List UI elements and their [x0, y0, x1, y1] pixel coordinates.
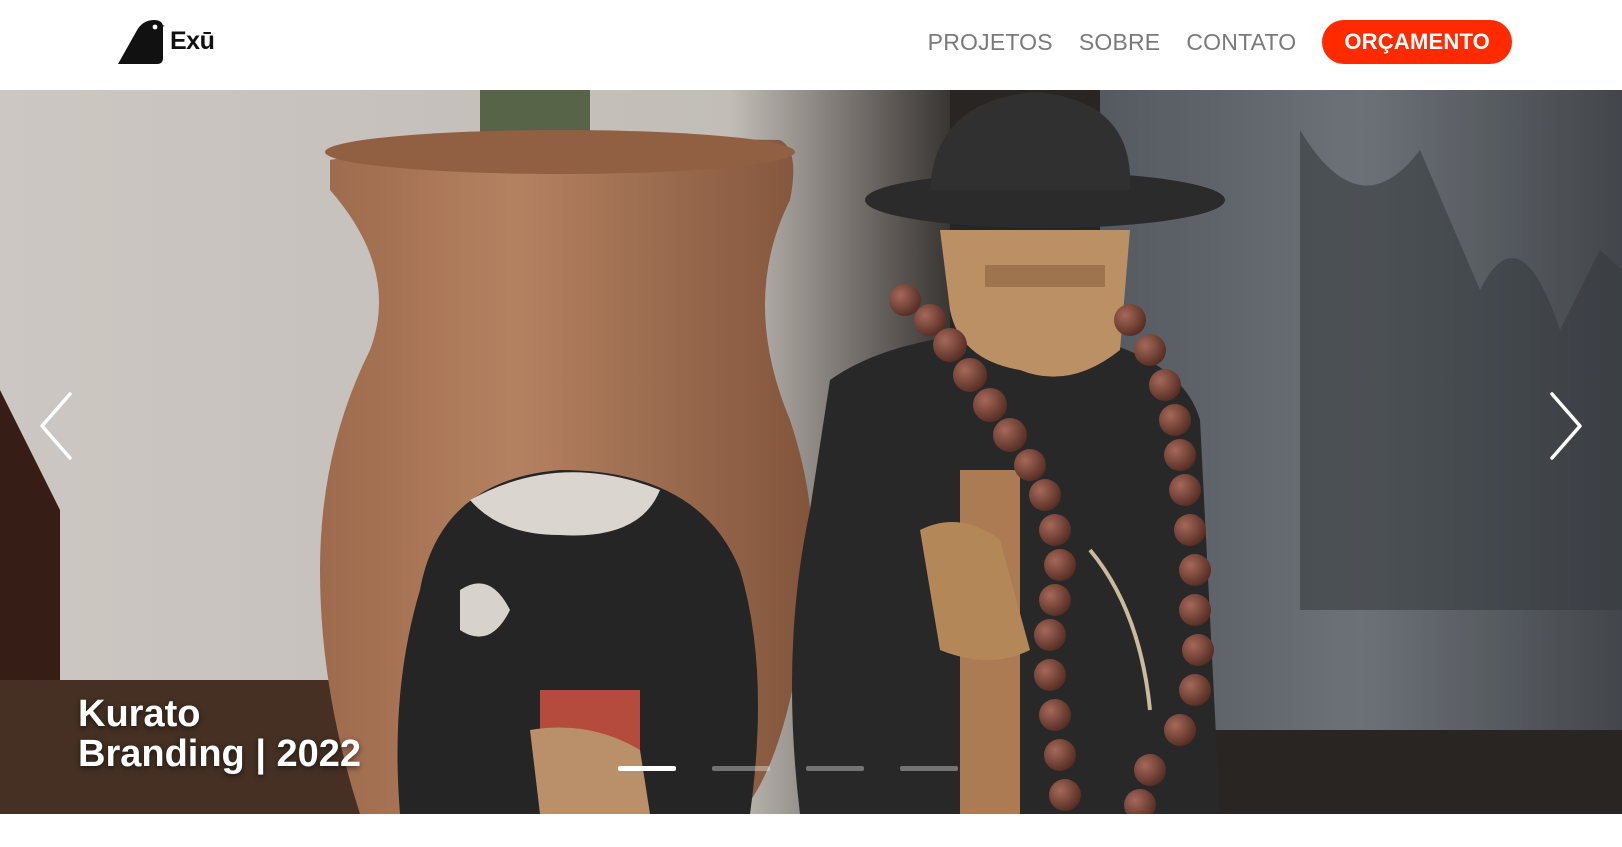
carousel-prev-button[interactable] [34, 386, 80, 466]
bird-icon [118, 20, 165, 64]
carousel-indicators [618, 766, 958, 771]
chevron-left-icon [40, 392, 72, 460]
carousel-indicator-2[interactable] [712, 766, 770, 771]
nav-link-contato[interactable]: CONTATO [1186, 29, 1296, 56]
brand-name: Exū [170, 27, 215, 55]
caption-project-meta: Branding | 2022 [78, 733, 362, 775]
site-header: Exū PROJETOS SOBRE CONTATO ORÇAMENTO [0, 0, 1622, 90]
carousel-indicator-3[interactable] [806, 766, 864, 771]
hero-carousel: Kurato Branding | 2022 [0, 90, 1622, 814]
orcamento-button[interactable]: ORÇAMENTO [1322, 20, 1512, 64]
brand-logo[interactable]: Exū [116, 18, 215, 66]
carousel-indicator-1[interactable] [618, 766, 676, 771]
chevron-right-icon [1550, 392, 1582, 460]
carousel-indicator-4[interactable] [900, 766, 958, 771]
main-nav: PROJETOS SOBRE CONTATO ORÇAMENTO [928, 20, 1512, 64]
slide-caption[interactable]: Kurato Branding | 2022 [78, 694, 361, 774]
nav-link-sobre[interactable]: SOBRE [1079, 29, 1161, 56]
caption-project-name: Kurato [78, 693, 201, 735]
nav-link-projetos[interactable]: PROJETOS [928, 29, 1053, 56]
carousel-next-button[interactable] [1542, 386, 1588, 466]
